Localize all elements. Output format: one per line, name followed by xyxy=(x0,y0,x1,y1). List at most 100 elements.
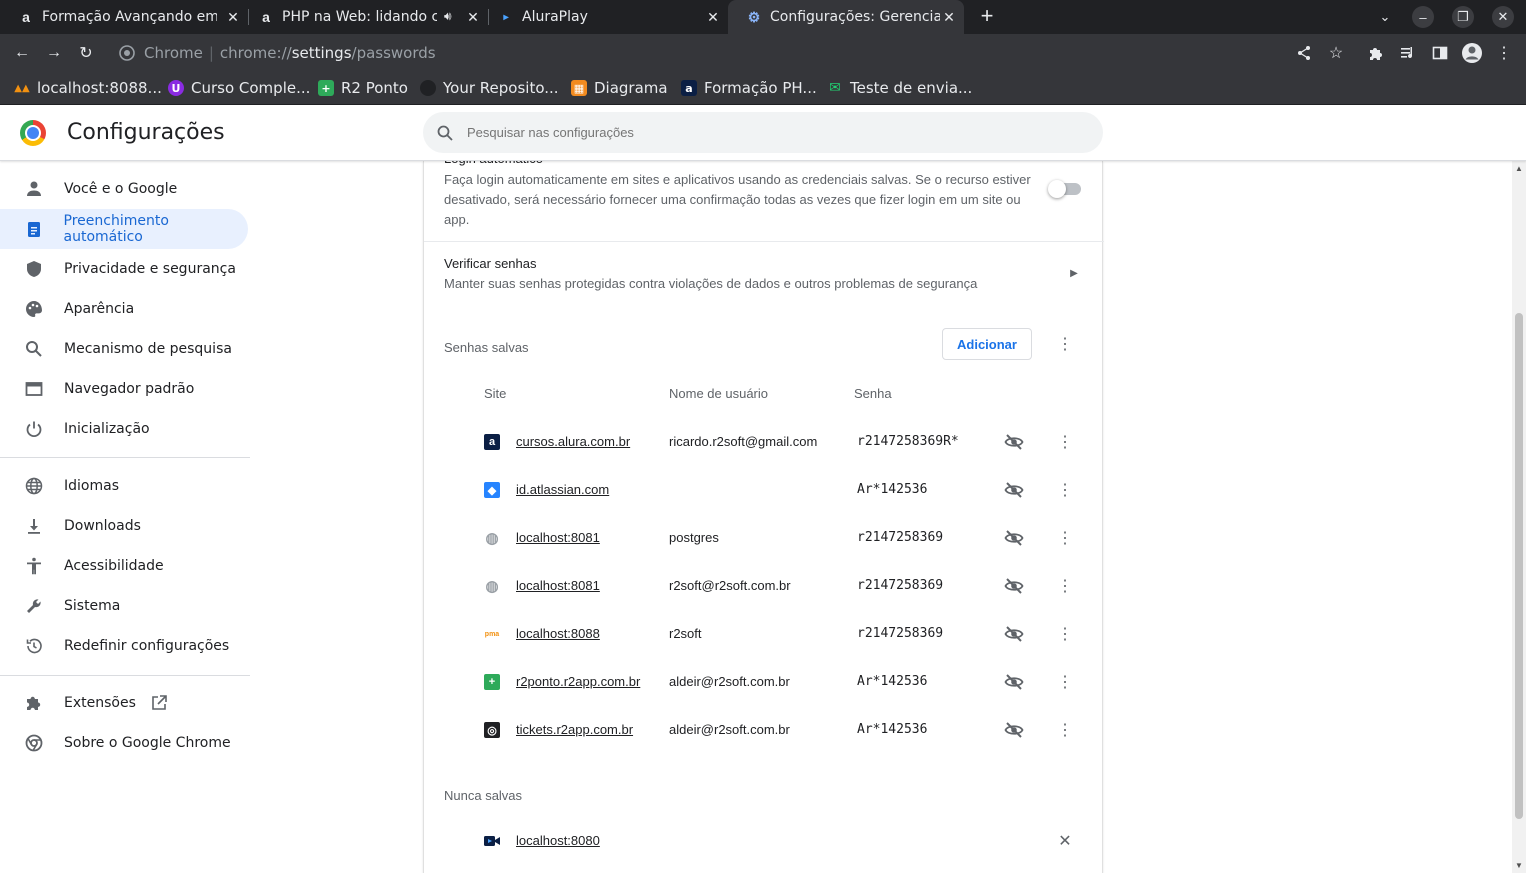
bookmark-star-icon[interactable]: ☆ xyxy=(1325,42,1347,64)
external-link-icon xyxy=(150,694,168,712)
bookmark-item[interactable]: a Formação PH... xyxy=(681,77,817,99)
sidebar-item-appearance[interactable]: Aparência xyxy=(0,289,248,329)
side-panel-icon[interactable] xyxy=(1429,42,1451,64)
audio-playing-icon[interactable]: 🔊︎ xyxy=(444,9,452,24)
saved-passwords-menu-icon[interactable]: ⋮ xyxy=(1055,334,1075,354)
add-password-button[interactable]: Adicionar xyxy=(942,328,1032,360)
bookmark-item[interactable]: Your Reposito... xyxy=(420,77,559,99)
show-password-icon[interactable] xyxy=(1004,576,1024,596)
tab-title: Formação Avançando em xyxy=(42,9,217,25)
sidebar-divider xyxy=(0,457,250,458)
autologin-toggle[interactable] xyxy=(1048,180,1081,198)
saved-site-link[interactable]: localhost:8081 xyxy=(516,578,600,593)
forward-icon[interactable]: → xyxy=(43,42,65,64)
extensions-puzzle-icon[interactable] xyxy=(1365,42,1387,64)
saved-site-link[interactable]: id.atlassian.com xyxy=(516,482,609,497)
chrome-icon xyxy=(24,733,44,753)
sidebar-item-privacy[interactable]: Privacidade e segurança xyxy=(0,249,248,289)
sidebar-item-startup[interactable]: Inicialização xyxy=(0,409,248,449)
phpmyadmin-icon: ▲▲ xyxy=(14,82,30,94)
person-icon xyxy=(24,179,44,199)
saved-site-link[interactable]: cursos.alura.com.br xyxy=(516,434,630,449)
remove-exception-icon[interactable]: ✕ xyxy=(1055,831,1075,851)
show-password-icon[interactable] xyxy=(1004,528,1024,548)
toggle-knob xyxy=(1048,180,1066,198)
sidebar-item-extensions[interactable]: Extensões xyxy=(0,683,248,723)
sidebar-item-search-engine[interactable]: Mecanismo de pesquisa xyxy=(0,329,248,369)
sidebar-item-label: Downloads xyxy=(64,518,141,534)
address-bar[interactable]: Chrome | chrome://settings/passwords xyxy=(108,38,1328,68)
bookmark-item[interactable]: ✉ Teste de envia... xyxy=(827,77,972,99)
sidebar-item-label: Acessibilidade xyxy=(64,558,164,574)
bookmark-item[interactable]: ▲▲ localhost:8088... xyxy=(14,77,162,99)
scroll-down-arrow-icon[interactable]: ▼ xyxy=(1515,861,1523,870)
show-password-icon[interactable] xyxy=(1004,624,1024,644)
bookmark-item[interactable]: + R2 Ponto xyxy=(318,77,408,99)
back-icon[interactable]: ← xyxy=(11,42,33,64)
restore-button[interactable]: ❐ xyxy=(1452,6,1474,28)
show-password-icon[interactable] xyxy=(1004,672,1024,692)
page-scrollbar[interactable]: ▲ ▼ xyxy=(1512,161,1526,873)
scroll-up-arrow-icon[interactable]: ▲ xyxy=(1515,164,1523,173)
share-icon[interactable] xyxy=(1293,42,1315,64)
password-row-menu-icon[interactable]: ⋮ xyxy=(1055,720,1075,740)
download-icon xyxy=(24,516,44,536)
chrome-page-icon[interactable] xyxy=(118,44,136,62)
sidebar-item-languages[interactable]: Idiomas xyxy=(0,466,248,506)
new-tab-button[interactable]: + xyxy=(976,5,998,27)
tab-1[interactable]: a Formação Avançando em ✕ xyxy=(0,0,248,34)
sidebar-item-label: Redefinir configurações xyxy=(64,638,230,654)
sidebar-item-downloads[interactable]: Downloads xyxy=(0,506,248,546)
chrome-logo-icon xyxy=(20,120,46,146)
tab-search-icon[interactable]: ⌄ xyxy=(1374,6,1396,28)
tab-4-active[interactable]: ⚙ Configurações: Gerenciad ✕ xyxy=(728,0,964,34)
close-tab-icon[interactable]: ✕ xyxy=(704,8,722,26)
show-password-icon[interactable] xyxy=(1004,720,1024,740)
saved-site-link[interactable]: localhost:8081 xyxy=(516,530,600,545)
password-row-menu-icon[interactable]: ⋮ xyxy=(1055,576,1075,596)
sidebar-item-system[interactable]: Sistema xyxy=(0,586,248,626)
show-password-icon[interactable] xyxy=(1004,480,1024,500)
saved-password-row: ◍ localhost:8081 r2soft@r2soft.com.br r2147… xyxy=(424,562,1104,610)
tab-2[interactable]: a PHP na Web: lidando c 🔊︎ ✕ xyxy=(240,0,488,34)
saved-site-link[interactable]: localhost:8088 xyxy=(516,626,600,641)
sidebar-item-autofill[interactable]: Preenchimento automático xyxy=(0,209,248,249)
password-row-menu-icon[interactable]: ⋮ xyxy=(1055,480,1075,500)
puzzle-icon xyxy=(24,693,44,713)
password-row-menu-icon[interactable]: ⋮ xyxy=(1055,528,1075,548)
saved-passwords-title: Senhas salvas xyxy=(444,340,529,355)
reload-icon[interactable]: ↻ xyxy=(75,42,97,64)
chrome-menu-icon[interactable]: ⋮ xyxy=(1493,42,1515,64)
sidebar-item-about-chrome[interactable]: Sobre o Google Chrome xyxy=(0,723,248,763)
bookmark-item[interactable]: U Curso Comple... xyxy=(168,77,310,99)
sidebar-item-accessibility[interactable]: Acessibilidade xyxy=(0,546,248,586)
sidebar-item-label: Inicialização xyxy=(64,421,150,437)
settings-search[interactable] xyxy=(423,112,1103,153)
password-row-menu-icon[interactable]: ⋮ xyxy=(1055,624,1075,644)
password-row-menu-icon[interactable]: ⋮ xyxy=(1055,432,1075,452)
sidebar-item-reset[interactable]: Redefinir configurações xyxy=(0,626,248,666)
close-tab-icon[interactable]: ✕ xyxy=(940,8,958,26)
tab-strip: a Formação Avançando em ✕ a PHP na Web: … xyxy=(0,0,1526,34)
sidebar-item-you-and-google[interactable]: Você e o Google xyxy=(0,169,248,209)
saved-password-row: ◎ tickets.r2app.com.br aldeir@r2soft.com.b… xyxy=(424,706,1104,754)
saved-site-link[interactable]: r2ponto.r2app.com.br xyxy=(516,674,640,689)
minimize-button[interactable]: – xyxy=(1412,6,1434,28)
close-window-button[interactable]: ✕ xyxy=(1492,6,1514,28)
show-password-icon[interactable] xyxy=(1004,432,1024,452)
alura-icon: a xyxy=(484,434,500,450)
saved-site-link[interactable]: tickets.r2app.com.br xyxy=(516,722,633,737)
settings-search-input[interactable] xyxy=(467,125,1067,140)
bookmark-item[interactable]: ▦ Diagrama xyxy=(571,77,668,99)
saved-password: r2147258369R* xyxy=(857,434,959,449)
saved-password-row: ◍ localhost:8081 postgres r2147258369 ⋮ xyxy=(424,514,1104,562)
media-control-icon[interactable] xyxy=(1397,42,1419,64)
never-saved-site[interactable]: localhost:8080 xyxy=(516,833,600,848)
profile-avatar-icon[interactable] xyxy=(1461,42,1483,64)
password-row-menu-icon[interactable]: ⋮ xyxy=(1055,672,1075,692)
never-saved-row: localhost:8080 ✕ xyxy=(424,817,1104,865)
tab-3[interactable]: ▸ AluraPlay ✕ xyxy=(480,0,728,34)
sidebar-item-default-browser[interactable]: Navegador padrão xyxy=(0,369,248,409)
search-icon xyxy=(24,339,44,359)
scrollbar-thumb[interactable] xyxy=(1515,313,1523,819)
